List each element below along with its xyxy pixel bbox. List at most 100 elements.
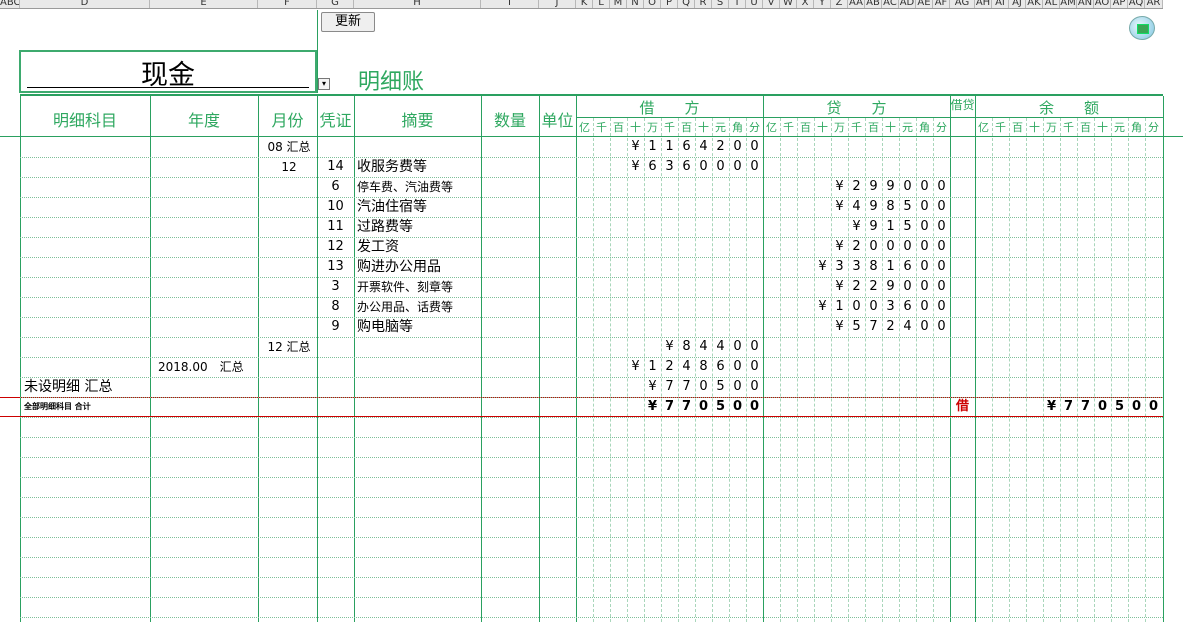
ledger-row[interactable]: 10 汽油住宿等 ¥4 9 8 5 0 0: [20, 197, 1163, 217]
digit-place-label: 千: [664, 121, 675, 134]
ledger-row[interactable]: 全部明细科目 合计 ¥7 7 0 5 0 0 借 ¥7 7 0 5 0 0: [0, 397, 1163, 417]
column-letter-an[interactable]: AN: [1077, 0, 1094, 8]
amount-digit: 5: [716, 379, 725, 394]
ledger-row[interactable]: 9 购电脑等 ¥5 7 2 4 0 0: [20, 317, 1163, 337]
cell-summary: 购进办公用品: [357, 259, 441, 275]
account-dropdown-button[interactable]: ▾: [318, 78, 330, 90]
column-letter-p[interactable]: P: [661, 0, 678, 8]
amount-digit: 1: [886, 219, 895, 234]
currency-symbol: ¥: [852, 219, 861, 234]
amount-digit: 0: [937, 319, 946, 334]
column-letter-ah[interactable]: AH: [975, 0, 992, 8]
column-letter-w[interactable]: W: [780, 0, 797, 8]
ledger-row[interactable]: 12 14 收服务费等 ¥6 3 6 0 0 0 0: [20, 157, 1163, 177]
column-letter-ao[interactable]: AO: [1094, 0, 1111, 8]
digit-place-label: 千: [783, 121, 794, 134]
column-letter-af[interactable]: AF: [933, 0, 950, 8]
column-letter-ak[interactable]: AK: [1026, 0, 1043, 8]
digit-place-label: 十: [885, 121, 896, 134]
header-quantity: 数量: [493, 111, 526, 130]
ledger-row[interactable]: 13 购进办公用品 ¥3 3 8 1 6 0 0: [20, 257, 1163, 277]
column-letter-v[interactable]: V: [763, 0, 780, 8]
column-letter-ac[interactable]: AC: [882, 0, 899, 8]
amount-digit: 4: [716, 339, 725, 354]
column-letter-z[interactable]: Z: [831, 0, 848, 8]
column-letter-ap[interactable]: AP: [1111, 0, 1128, 8]
amount-digit: 3: [886, 299, 895, 314]
column-letter-f[interactable]: F: [258, 0, 317, 8]
column-letter-am[interactable]: AM: [1060, 0, 1077, 8]
column-header-bar: ABC D E F G H I J K L M N O P Q R S T U V W X Y Z AA AB AC AD AE AF AG…: [0, 0, 1163, 9]
column-letter-ag[interactable]: AG: [950, 0, 975, 8]
column-letter-e[interactable]: E: [150, 0, 258, 8]
column-letter-o[interactable]: O: [644, 0, 661, 8]
ledger-row[interactable]: 08 汇总 ¥1 1 6 4 2 0 0: [20, 137, 1163, 157]
column-letter-ae[interactable]: AE: [916, 0, 933, 8]
column-letter-aq[interactable]: AQ: [1128, 0, 1145, 8]
column-letter-ab[interactable]: AB: [865, 0, 882, 8]
cell-summary: 过路费等: [357, 219, 413, 235]
digit-place-label: 百: [1012, 121, 1023, 134]
ledger-row[interactable]: 未设明细 汇总 ¥7 7 0 5 0 0: [20, 377, 1163, 397]
column-letter-x[interactable]: X: [797, 0, 814, 8]
ledger-row[interactable]: 12 发工资 ¥2 0 0 0 0 0: [20, 237, 1163, 257]
amount-digit: 2: [852, 179, 861, 194]
column-letter-t[interactable]: T: [729, 0, 746, 8]
amount-digit: 1: [665, 139, 674, 154]
row-rule: [20, 277, 1163, 278]
column-letter-g[interactable]: G: [317, 0, 354, 8]
ledger-row[interactable]: 12 汇总 ¥8 4 4 0 0: [20, 337, 1163, 357]
cell-summary: 发工资: [357, 239, 399, 255]
cell-direction: 借: [955, 399, 969, 414]
amount-digit: 0: [716, 159, 725, 174]
row-rule: [20, 217, 1163, 218]
amount-digit: 0: [920, 319, 929, 334]
column-letter-m[interactable]: M: [610, 0, 627, 8]
ledger-row[interactable]: 6 停车费、汽油费等 ¥2 9 9 0 0 0: [20, 177, 1163, 197]
digit-place-label: 角: [732, 121, 743, 134]
spreadsheet-addin-icon[interactable]: [1129, 16, 1155, 40]
row-rule: [20, 557, 1163, 558]
account-name-cell[interactable]: 现金: [19, 50, 317, 93]
amount-digit: 7: [1063, 399, 1074, 414]
column-letter-aa[interactable]: AA: [848, 0, 865, 8]
column-letter-i[interactable]: I: [481, 0, 539, 8]
column-letter-u[interactable]: U: [746, 0, 763, 8]
column-letter-h[interactable]: H: [354, 0, 481, 8]
amount-digit: 0: [869, 299, 878, 314]
column-letter-n[interactable]: N: [627, 0, 644, 8]
amount-digit: 0: [937, 219, 946, 234]
column-letter-l[interactable]: L: [593, 0, 610, 8]
ledger-row[interactable]: 11 过路费等 ¥9 1 5 0 0: [20, 217, 1163, 237]
cell-summary: 收服务费等: [357, 159, 427, 175]
column-letter-ar[interactable]: AR: [1145, 0, 1163, 8]
currency-symbol: ¥: [818, 259, 827, 274]
cell-voucher: 13: [327, 259, 344, 274]
column-letter-abc[interactable]: ABC: [0, 0, 20, 8]
ledger-row[interactable]: 3 开票软件、刻章等 ¥2 2 9 0 0 0: [20, 277, 1163, 297]
amount-digit: 7: [665, 379, 674, 394]
column-letter-ai[interactable]: AI: [992, 0, 1009, 8]
digit-place-label: 百: [1080, 121, 1091, 134]
column-letter-ad[interactable]: AD: [899, 0, 916, 8]
column-letter-al[interactable]: AL: [1043, 0, 1060, 8]
cell-voucher: 14: [327, 159, 344, 174]
column-letter-j[interactable]: J: [539, 0, 576, 8]
header-unit: 单位: [541, 111, 574, 130]
column-letter-s[interactable]: S: [712, 0, 729, 8]
row-rule: [20, 537, 1163, 538]
column-letter-d[interactable]: D: [20, 0, 150, 8]
row-rule: [20, 157, 1163, 158]
column-letter-k[interactable]: K: [576, 0, 593, 8]
column-letter-q[interactable]: Q: [678, 0, 695, 8]
column-letter-r[interactable]: R: [695, 0, 712, 8]
column-letter-y[interactable]: Y: [814, 0, 831, 8]
row-rule: [20, 517, 1163, 518]
currency-symbol: ¥: [835, 199, 844, 214]
header-balance: 余 额: [1038, 99, 1099, 117]
column-letter-aj[interactable]: AJ: [1009, 0, 1026, 8]
ledger-row[interactable]: 2018.00 汇总 ¥1 2 4 8 6 0 0: [20, 357, 1163, 377]
digit-place-label: 十: [630, 121, 641, 134]
refresh-button[interactable]: 更新: [321, 12, 375, 32]
ledger-row[interactable]: 8 办公用品、话费等 ¥1 0 0 3 6 0 0: [20, 297, 1163, 317]
